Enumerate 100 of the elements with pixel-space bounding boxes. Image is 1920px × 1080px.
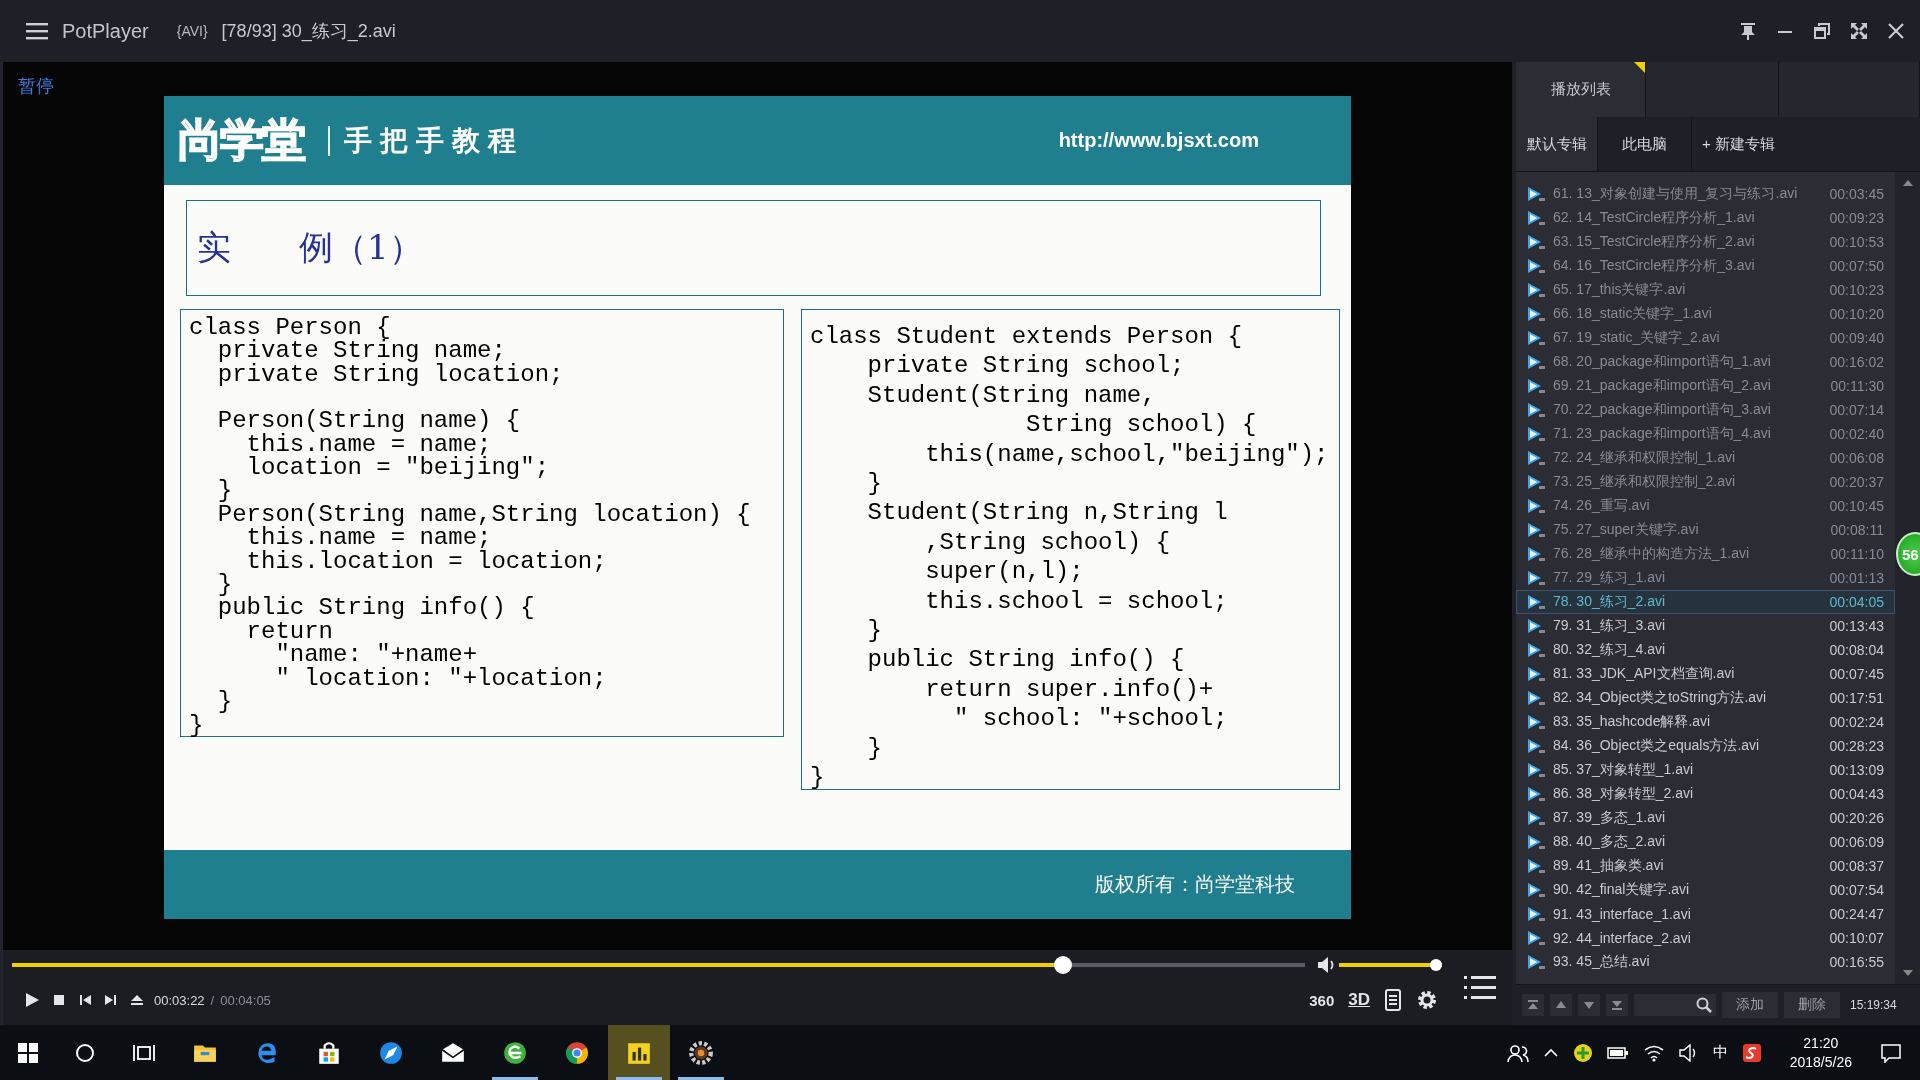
chrome-icon[interactable] (564, 1039, 590, 1066)
item-title: 88. 40_多态_2.avi (1553, 833, 1667, 851)
fullscreen-icon[interactable] (1849, 21, 1869, 41)
3d-button[interactable]: 3D (1348, 990, 1370, 1010)
move-top-button[interactable] (1522, 994, 1544, 1016)
playlist-item[interactable]: 71. 23_package和import语句_4.avi 00:02:40 (1516, 422, 1895, 446)
playlist-icon[interactable] (1464, 975, 1496, 1001)
notification-icon[interactable] (1880, 1042, 1902, 1063)
playlist-item[interactable]: 89. 41_抽象类.avi 00:08:37 (1516, 854, 1895, 878)
close-icon[interactable] (1886, 21, 1906, 41)
playlist-item[interactable]: 77. 29_练习_1.avi 00:01:13 (1516, 566, 1895, 590)
menu-icon[interactable] (26, 22, 48, 40)
subtitle-icon[interactable] (1384, 989, 1402, 1011)
playlist-item[interactable]: 84. 36_Object类之equals方法.avi 00:28:23 (1516, 734, 1895, 758)
playlist-item[interactable]: 64. 16_TestCircle程序分析_3.avi 00:07:50 (1516, 254, 1895, 278)
item-title: 63. 15_TestCircle程序分析_2.avi (1553, 233, 1756, 251)
video-file-icon (1527, 834, 1545, 850)
input-method-indicator[interactable]: 中 (1712, 1043, 1728, 1062)
stop-icon[interactable] (52, 993, 66, 1007)
seek-handle[interactable] (1053, 956, 1072, 974)
video-file-icon (1527, 234, 1545, 250)
settings-icon[interactable] (1416, 989, 1438, 1011)
playlist-item[interactable]: 76. 28_继承中的构造方法_1.avi 00:11:10 (1516, 542, 1895, 566)
item-duration: 00:10:53 (1829, 234, 1884, 250)
playlist-item[interactable]: 66. 18_static关键字_1.avi 00:10:20 (1516, 302, 1895, 326)
video-file-icon (1527, 594, 1545, 610)
scroll-down-icon[interactable] (1902, 970, 1913, 976)
playlist-item[interactable]: 90. 42_final关键字.avi 00:07:54 (1516, 878, 1895, 902)
playlist-item[interactable]: 74. 26_重写.avi 00:10:45 (1516, 494, 1895, 518)
playlist-item[interactable]: 78. 30_练习_2.avi 00:04:05 (1516, 590, 1895, 614)
eject-icon[interactable] (130, 993, 144, 1007)
album-tab[interactable]: 默认专辑 (1516, 117, 1598, 171)
item-duration: 00:17:51 (1829, 690, 1884, 706)
playlist-item[interactable]: 88. 40_多态_2.avi 00:06:09 (1516, 830, 1895, 854)
playlist-item[interactable]: 92. 44_interface_2.avi 00:10:07 (1516, 926, 1895, 950)
battery-icon[interactable] (1606, 1044, 1629, 1061)
playlist-item[interactable]: 91. 43_interface_1.avi 00:24:47 (1516, 902, 1895, 926)
wifi-icon[interactable] (1642, 1043, 1665, 1062)
compass-icon[interactable] (378, 1039, 404, 1066)
video-file-icon (1527, 954, 1545, 970)
status-text: 暂停 (18, 75, 54, 98)
code-line: Student(String n,String l (866, 498, 1229, 528)
clock-time[interactable]: 21:20 (1803, 1033, 1839, 1053)
code-line: class Person { (189, 316, 391, 340)
playlist-item[interactable]: 68. 20_package和import语句_1.avi 00:16:02 (1516, 350, 1895, 374)
video-file-icon (1527, 330, 1545, 346)
item-title: 86. 38_对象转型_2.avi (1553, 785, 1695, 803)
restore-icon[interactable] (1812, 21, 1832, 41)
gear-app-icon[interactable] (688, 1039, 714, 1066)
item-duration: 00:13:43 (1829, 618, 1884, 634)
playlist-item[interactable]: 70. 22_package和import语句_3.avi 00:07:14 (1516, 398, 1895, 422)
scroll-up-icon[interactable] (1902, 180, 1913, 186)
album-tab[interactable]: 此电脑 (1598, 117, 1692, 171)
album-tab[interactable]: + 新建专辑 (1692, 117, 1920, 171)
playlist-item[interactable]: 65. 17_this关键字.avi 00:10:23 (1516, 278, 1895, 302)
playlist-item[interactable]: 80. 32_练习_4.avi 00:08:04 (1516, 638, 1895, 662)
playlist-item[interactable]: 81. 33_JDK_API文档查询.avi 00:07:45 (1516, 662, 1895, 686)
vr-360-button[interactable]: 360 (1309, 991, 1335, 1009)
playlist-item[interactable]: 79. 31_练习_3.avi 00:13:43 (1516, 614, 1895, 638)
move-up-button[interactable] (1550, 994, 1572, 1016)
scrollbar[interactable] (1895, 172, 1920, 984)
search-field[interactable] (1634, 994, 1716, 1016)
next-icon[interactable] (104, 993, 118, 1007)
start-icon[interactable] (16, 1040, 40, 1065)
playlist-item[interactable]: 72. 24_继承和权限控制_1.avi 00:06:08 (1516, 446, 1895, 470)
playlist-item[interactable]: 62. 14_TestCircle程序分析_1.avi 00:09:23 (1516, 206, 1895, 230)
plus-circle-icon[interactable] (1572, 1042, 1593, 1063)
playlist-item[interactable]: 73. 25_继承和权限控制_2.avi 00:20:37 (1516, 470, 1895, 494)
play-icon[interactable] (24, 992, 40, 1008)
playlist-item[interactable]: 87. 39_多态_1.avi 00:20:26 (1516, 806, 1895, 830)
playlist-item[interactable]: 61. 13_对象创建与使用_复习与练习.avi 00:03:45 (1516, 182, 1895, 206)
playlist-tab[interactable]: 播放列表 (1516, 62, 1646, 117)
playlist-item[interactable]: 85. 37_对象转型_1.avi 00:13:09 (1516, 758, 1895, 782)
letter-s-app-icon[interactable] (1741, 1042, 1762, 1063)
playlist-item[interactable]: 93. 45_总结.avi 00:16:55 (1516, 950, 1895, 974)
clock-date[interactable]: 2018/5/26 (1789, 1052, 1852, 1072)
item-title: 85. 37_对象转型_1.avi (1553, 761, 1695, 779)
format-label: {AVI} (176, 23, 208, 39)
move-bottom-button[interactable] (1606, 994, 1628, 1016)
add-button[interactable]: 添加 (1722, 992, 1778, 1018)
playlist-item[interactable]: 82. 34_Object类之toString方法.avi 00:17:51 (1516, 686, 1895, 710)
previous-icon[interactable] (78, 993, 92, 1007)
playlist-item[interactable]: 75. 27_super关键字.avi 00:08:11 (1516, 518, 1895, 542)
store-icon[interactable] (316, 1039, 342, 1066)
move-down-button[interactable] (1578, 994, 1600, 1016)
playlist-item[interactable]: 83. 35_hashcode解释.avi 00:02:24 (1516, 710, 1895, 734)
playlist-item[interactable]: 67. 19_static_关键字_2.avi 00:09:40 (1516, 326, 1895, 350)
volume-handle[interactable] (1430, 959, 1442, 971)
search-icon (1696, 997, 1712, 1013)
playlist-item[interactable]: 86. 38_对象转型_2.avi 00:04:43 (1516, 782, 1895, 806)
playlist-item[interactable]: 69. 21_package和import语句_2.avi 00:11:30 (1516, 374, 1895, 398)
playlist-item[interactable]: 63. 15_TestCircle程序分析_2.avi 00:10:53 (1516, 230, 1895, 254)
item-duration: 00:06:08 (1829, 450, 1884, 466)
delete-button[interactable]: 删除 (1784, 992, 1840, 1018)
video-file-icon (1527, 618, 1545, 634)
pin-icon[interactable] (1738, 21, 1758, 41)
code-line: private String name; (216, 339, 506, 363)
code-line: "name: "+name+ (274, 643, 478, 667)
item-duration: 00:07:54 (1829, 882, 1884, 898)
globe-browser-icon[interactable] (502, 1039, 528, 1066)
